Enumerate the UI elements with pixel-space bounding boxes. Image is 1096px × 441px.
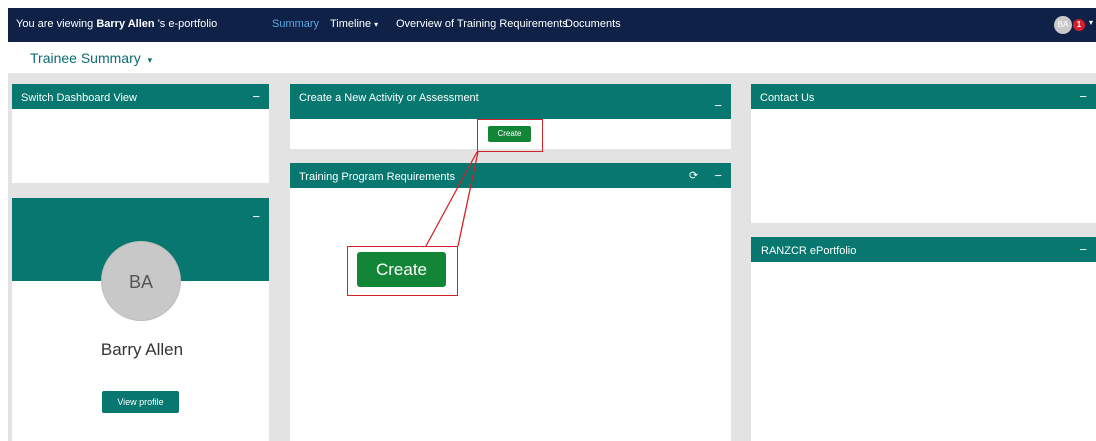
collapse-minus-icon[interactable]: − <box>1079 89 1087 104</box>
panel-header: Contact Us − <box>751 84 1096 109</box>
panel-header: Create a New Activity or Assessment − <box>290 84 731 119</box>
chevron-down-icon: ▾ <box>374 20 379 29</box>
nav-documents[interactable]: Documents <box>565 18 621 30</box>
switch-dashboard-panel: Switch Dashboard View − <box>12 84 269 183</box>
ranzcr-eportfolio-panel: RANZCR ePortfolio − <box>751 237 1096 441</box>
refresh-icon[interactable]: ⟳ <box>689 169 698 182</box>
trainee-summary-dropdown[interactable]: Trainee Summary ▾ <box>30 50 152 66</box>
user-avatar[interactable]: BA <box>1054 16 1072 34</box>
panel-title: Create a New Activity or Assessment <box>299 92 479 104</box>
nav-summary[interactable]: Summary <box>272 18 319 30</box>
collapse-minus-icon[interactable]: − <box>714 168 722 183</box>
panel-title: RANZCR ePortfolio <box>761 245 857 257</box>
panel-header: Switch Dashboard View − <box>12 84 269 109</box>
panel-header: Training Program Requirements ⟳ − <box>290 163 731 188</box>
top-navbar: You are viewing Barry Allen 's e-portfol… <box>8 8 1096 42</box>
nav-timeline-label: Timeline <box>330 18 372 30</box>
viewing-name: Barry Allen <box>96 18 155 30</box>
page-title: Trainee Summary <box>30 50 141 66</box>
chevron-down-icon: ▾ <box>147 55 153 65</box>
collapse-minus-icon[interactable]: − <box>1079 242 1087 257</box>
viewing-prefix: You are viewing <box>16 18 94 30</box>
contact-us-panel: Contact Us − <box>751 84 1096 223</box>
viewing-suffix: 's e-portfolio <box>157 18 218 30</box>
viewing-banner: You are viewing Barry Allen 's e-portfol… <box>16 18 217 30</box>
view-profile-button[interactable]: View profile <box>102 391 179 413</box>
panel-title: Contact Us <box>760 92 815 104</box>
create-button-zoomed: Create <box>357 252 446 287</box>
nav-overview-training[interactable]: Overview of Training Requirements <box>396 18 568 30</box>
collapse-minus-icon[interactable]: − <box>714 98 722 113</box>
user-menu-chevron-icon[interactable]: ▾ <box>1089 18 1093 27</box>
profile-avatar: BA <box>101 241 181 321</box>
annotation-highlight-box <box>477 119 543 152</box>
nav-timeline[interactable]: Timeline ▾ <box>330 18 378 30</box>
collapse-minus-icon[interactable]: − <box>252 89 260 104</box>
profile-name: Barry Allen <box>100 340 184 359</box>
panel-title: Training Program Requirements <box>299 171 456 183</box>
training-requirements-panel: Training Program Requirements ⟳ − <box>290 163 731 441</box>
collapse-minus-icon[interactable]: − <box>252 209 260 224</box>
page-subheader: Trainee Summary ▾ <box>8 42 1096 74</box>
panel-header: RANZCR ePortfolio − <box>751 237 1096 262</box>
notification-badge[interactable]: 1 <box>1073 19 1085 31</box>
panel-title: Switch Dashboard View <box>21 92 137 104</box>
